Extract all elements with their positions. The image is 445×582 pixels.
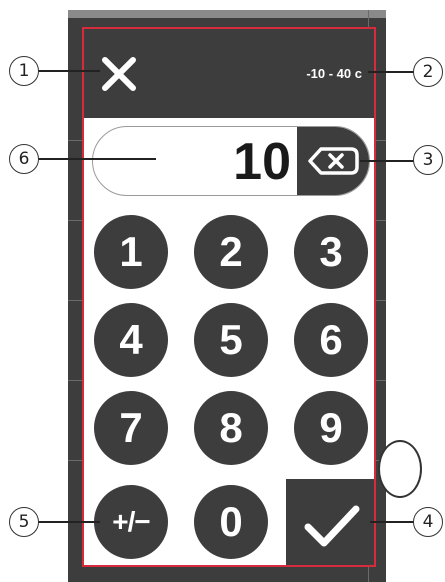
key-4[interactable]: 4 [94, 303, 168, 377]
background-dial [378, 440, 422, 498]
backspace-icon [308, 147, 359, 175]
key-2[interactable]: 2 [194, 215, 268, 289]
close-button[interactable] [100, 55, 138, 93]
key-8[interactable]: 8 [194, 391, 268, 465]
callout-leader [360, 160, 415, 162]
callout-2: 2 [413, 57, 443, 87]
key-9[interactable]: 9 [294, 391, 368, 465]
callout-leader [38, 158, 156, 160]
key-1[interactable]: 1 [94, 215, 168, 289]
callout-leader [368, 71, 415, 73]
display-value: 10 [233, 133, 291, 191]
plus-minus-key[interactable]: +/− [94, 485, 168, 559]
background-bar [68, 10, 386, 18]
callout-leader [38, 70, 100, 72]
value-display[interactable]: 10 [92, 126, 370, 196]
callout-3: 3 [413, 145, 443, 175]
key-6[interactable]: 6 [294, 303, 368, 377]
range-label: -10 - 40 c [306, 66, 362, 81]
numeric-keypad-dialog: -10 - 40 c 10 1 2 3 4 5 6 7 8 9 +/− 0 [82, 27, 376, 567]
callout-leader [38, 521, 100, 523]
close-icon [102, 57, 136, 91]
keypad-header: -10 - 40 c [84, 29, 374, 118]
checkmark-icon [304, 505, 360, 547]
callout-4: 4 [413, 507, 443, 537]
callout-6: 6 [9, 144, 39, 174]
key-3[interactable]: 3 [294, 215, 368, 289]
callout-leader [370, 521, 415, 523]
key-0[interactable]: 0 [194, 485, 268, 559]
key-5[interactable]: 5 [194, 303, 268, 377]
callout-5: 5 [9, 507, 39, 537]
backspace-button[interactable] [297, 127, 369, 195]
key-7[interactable]: 7 [94, 391, 168, 465]
confirm-button[interactable] [286, 479, 374, 565]
callout-1: 1 [9, 56, 39, 86]
